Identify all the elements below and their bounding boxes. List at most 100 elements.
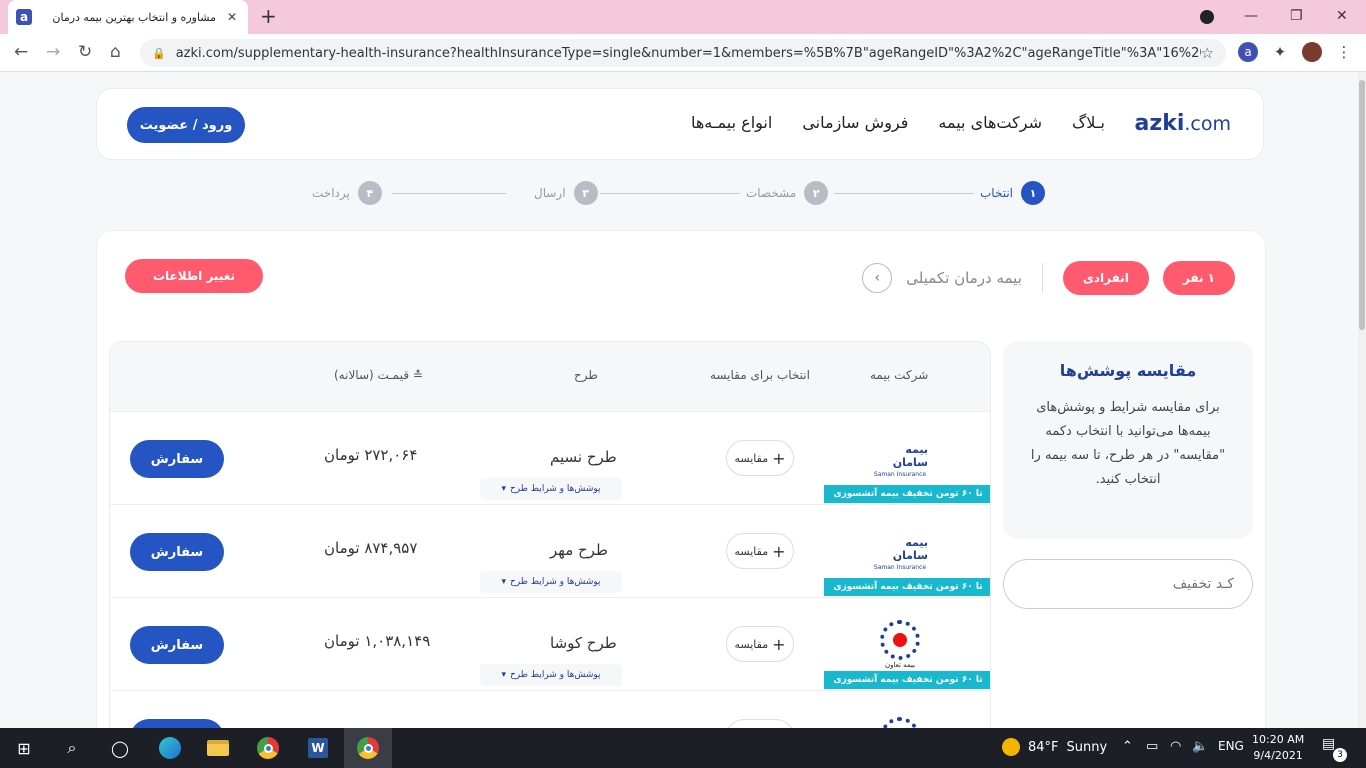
minimize-icon[interactable]: — [1244, 8, 1258, 24]
taavon-emblem-icon [880, 717, 920, 728]
restore-icon[interactable]: ❐ [1290, 8, 1303, 24]
start-button[interactable]: ⊞ [0, 728, 48, 768]
browser-tabbar: a مشاوره و انتخاب بهترین بیمه درمان ✕ + … [0, 0, 1366, 34]
folder-icon [207, 740, 229, 756]
coverage-toggle[interactable]: پوشش‌ها و شرایط طرح ▾ [480, 664, 622, 686]
plan-name: طرح کوشا [550, 634, 617, 652]
step-payment: ۴ پرداخت [312, 181, 382, 205]
lock-icon[interactable]: 🔒 [152, 47, 166, 60]
tab-search-icon[interactable] [1200, 10, 1214, 24]
plan-name: طرح مهر [550, 541, 608, 559]
weather-text: Sunny [1066, 739, 1108, 755]
forward-icon[interactable]: → [46, 42, 60, 62]
logo-tld: .com [1184, 113, 1231, 135]
weather-widget[interactable]: 84°F Sunny [1002, 738, 1107, 756]
chrome-icon [257, 737, 279, 759]
back-icon[interactable]: ← [14, 42, 28, 62]
step-number: ۲ [804, 181, 829, 205]
th-price[interactable]: ≛ قیمـت (سالانه) [334, 368, 423, 382]
taskbar-chrome[interactable] [244, 728, 292, 768]
taskbar-word[interactable]: W [294, 728, 342, 768]
extensions-puzzle-icon[interactable]: ✦ [1270, 42, 1290, 62]
menu-kebab-icon[interactable]: ⋮ [1334, 42, 1354, 62]
compare-info-card: مقایسه پوشش‌ها برای مقایسه شرایط و پوشش‌… [1003, 341, 1253, 539]
table-row: سفارش ۲۷۲,۰۶۴ تومان طرح نسیم پوشش‌ها و ش… [110, 412, 990, 505]
member-count-pill[interactable]: ۱ نفر [1162, 261, 1235, 295]
nav-insurance-companies[interactable]: شرکت‌های بیمه [938, 113, 1042, 132]
task-view-button[interactable]: ◯ [96, 728, 144, 768]
nav-insurance-types[interactable]: انواع بیمـه‌ها [691, 113, 772, 132]
logo-subtext: Saman Insurance [873, 563, 927, 571]
compare-button[interactable]: + مقایسه [726, 533, 794, 569]
search-button[interactable]: ⌕ [48, 728, 96, 768]
page-scrollbar[interactable] [1358, 72, 1366, 728]
azki-logo[interactable]: azki.com [1135, 111, 1231, 136]
login-register-button[interactable]: ورود / عضویت [127, 107, 245, 143]
close-tab-icon[interactable]: ✕ [224, 10, 240, 24]
insurance-mode-pill[interactable]: انفرادی [1062, 261, 1149, 295]
extension-azki-icon[interactable]: a [1238, 42, 1258, 62]
show-hidden-icons-icon[interactable]: ⌃ [1122, 739, 1133, 754]
notification-count: 3 [1333, 748, 1347, 762]
step-label: انتخاب [980, 186, 1013, 200]
order-button[interactable]: سفارش [130, 533, 224, 571]
order-button[interactable] [130, 719, 224, 728]
chrome-icon [357, 737, 379, 759]
reload-icon[interactable]: ↻ [78, 42, 92, 62]
step-number: ۱ [1021, 181, 1045, 205]
compare-button[interactable]: + مقایسه [726, 440, 794, 476]
step-connector [600, 193, 740, 194]
bookmark-star-icon[interactable]: ☆ [1201, 44, 1214, 62]
table-row: سفارش ۸۷۴,۹۵۷ تومان طرح مهر پوشش‌ها و شر… [110, 505, 990, 598]
battery-icon[interactable]: ▭ [1146, 739, 1158, 754]
nav-corporate-sales[interactable]: فروش سازمانی [802, 113, 908, 132]
change-info-button[interactable]: تغییر اطلاعات [125, 259, 263, 293]
back-arrow-icon[interactable]: › [862, 263, 893, 293]
results-panel: › بیمه درمان تکمیلی انفرادی ۱ نفر تغییر … [96, 230, 1266, 728]
saman-insurance-logo: بیمه سامان Saman Insurance [872, 535, 928, 571]
logo-text: بیمه تعاون [884, 660, 916, 669]
plans-table: شرکت بیمه انتخاب برای مقایسه طرح ≛ قیمـت… [109, 341, 991, 728]
url-text[interactable]: azki.com/supplementary-health-insurance?… [176, 46, 1201, 61]
azki-favicon-icon: a [16, 9, 32, 25]
step-select: ۱ انتخاب [980, 181, 1045, 205]
wifi-icon[interactable]: ◠ [1170, 739, 1181, 754]
taskbar-chrome-active[interactable] [344, 728, 392, 768]
coverage-toggle[interactable]: پوشش‌ها و شرایط طرح ▾ [480, 478, 622, 500]
language-indicator[interactable]: ENG [1218, 739, 1244, 753]
profile-avatar[interactable] [1302, 42, 1322, 62]
volume-icon[interactable]: 🔈 [1192, 739, 1208, 754]
address-bar[interactable]: 🔒 azki.com/supplementary-health-insuranc… [140, 39, 1226, 67]
taskbar-edge[interactable] [146, 728, 194, 768]
compare-card-text: برای مقایسه شرایط و پوشش‌های بیمه‌ها می‌… [1030, 400, 1226, 487]
step-label: ارسال [534, 186, 566, 200]
step-shipping: ۳ ارسال [534, 181, 598, 205]
coverage-label: پوشش‌ها و شرایط طرح [509, 484, 601, 494]
taskbar-explorer[interactable] [194, 728, 242, 768]
scroll-thumb[interactable] [1359, 80, 1365, 330]
windows-icon: ⊞ [17, 738, 31, 758]
new-tab-button[interactable]: + [260, 6, 277, 26]
compare-card-title: مقایسه پوشش‌ها [1059, 361, 1197, 380]
compare-label: مقایسه [734, 451, 769, 465]
close-window-icon[interactable]: ✕ [1336, 8, 1348, 24]
nav-blog[interactable]: بـلاگ [1072, 113, 1105, 132]
browser-tab[interactable]: a مشاوره و انتخاب بهترین بیمه درمان ✕ [8, 0, 248, 34]
taavon-insurance-logo [872, 709, 928, 728]
system-clock[interactable]: 10:20 AM 9/4/2021 [1252, 732, 1304, 764]
compare-button[interactable] [726, 719, 794, 728]
filter-summary: › بیمه درمان تکمیلی انفرادی ۱ نفر [862, 261, 1235, 295]
step-label: پرداخت [312, 186, 350, 200]
coverage-toggle[interactable]: پوشش‌ها و شرایط طرح ▾ [480, 571, 622, 593]
order-button[interactable]: سفارش [130, 626, 224, 664]
step-label: مشخصات [746, 186, 797, 200]
home-icon[interactable]: ⌂ [110, 42, 121, 62]
plan-price: ۲۷۲,۰۶۴ تومان [324, 446, 418, 464]
discount-code-input[interactable] [1003, 559, 1253, 609]
plan-name: طرح نسیم [550, 448, 617, 466]
compare-button[interactable]: + مقایسه [726, 626, 794, 662]
order-button[interactable]: سفارش [130, 440, 224, 478]
plan-price: ۱,۰۳۸,۱۴۹ تومان [324, 632, 431, 650]
taavon-insurance-logo: بیمه تعاون [872, 616, 928, 672]
caret-down-icon: ▾ [501, 670, 506, 680]
